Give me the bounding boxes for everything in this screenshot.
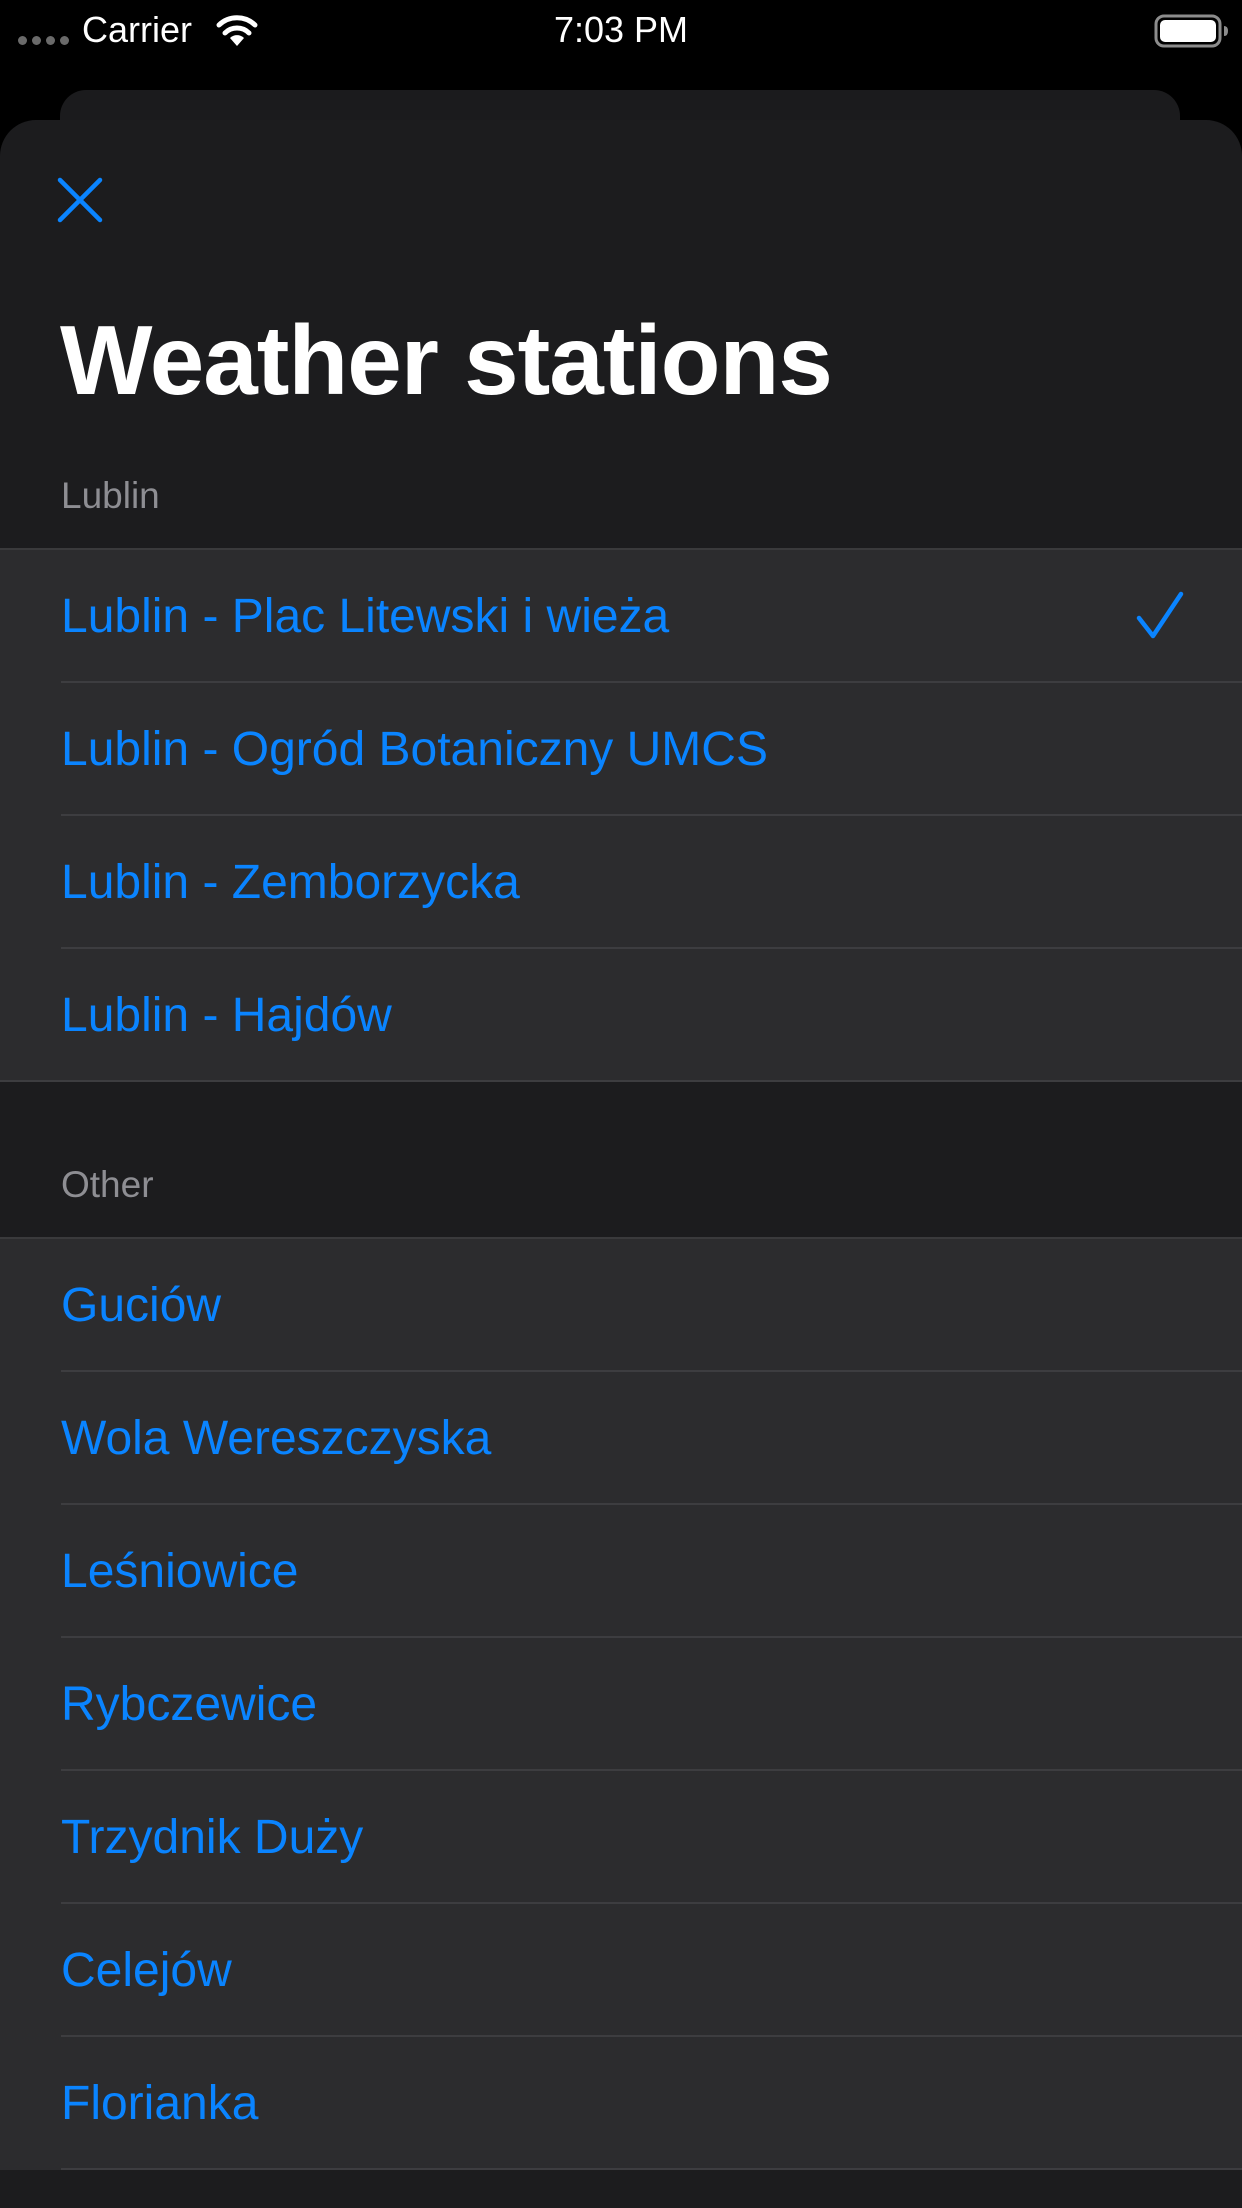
list-item-label: Lublin - Hajdów xyxy=(61,989,392,1042)
weather-stations-sheet: Weather stations Lublin Lublin - Plac Li… xyxy=(0,120,1242,2208)
close-icon[interactable] xyxy=(50,170,110,230)
row-divider xyxy=(0,1080,1242,1082)
checkmark-icon xyxy=(1136,591,1184,639)
list-item[interactable]: Lublin - Hajdów xyxy=(0,949,1242,1082)
section-header-lublin: Lublin xyxy=(61,475,160,516)
list-item-label: Lublin - Ogród Botaniczny UMCS xyxy=(61,723,768,776)
list-item-label: Lublin - Zemborzycka xyxy=(61,856,520,909)
list-item-label: Wola Wereszczyska xyxy=(61,1412,492,1465)
row-divider xyxy=(61,2168,1242,2170)
list-item-label: Trzydnik Duży xyxy=(61,1811,364,1864)
list-item-label: Lublin - Plac Litewski i wieża xyxy=(61,590,670,643)
list-item-label: Celejów xyxy=(61,1944,232,1997)
list-item[interactable]: Trzydnik Duży xyxy=(0,1771,1242,1904)
list-item-label: Guciów xyxy=(61,1279,222,1332)
status-bar: Carrier 7:03 PM xyxy=(0,0,1242,60)
list-item-label: Florianka xyxy=(61,2077,259,2130)
list-item[interactable]: Florianka xyxy=(0,2037,1242,2170)
list-item-label: Rybczewice xyxy=(61,1678,318,1731)
page-title: Weather stations xyxy=(60,305,833,415)
list-group-lublin: Lublin - Plac Litewski i wieża Lublin - … xyxy=(0,548,1242,1082)
list-item[interactable]: Celejów xyxy=(0,1904,1242,2037)
list-item[interactable]: Lublin - Ogród Botaniczny UMCS xyxy=(0,683,1242,816)
section-header-other: Other xyxy=(61,1164,154,1205)
list-item[interactable]: Leśniowice xyxy=(0,1505,1242,1638)
list-item[interactable]: Lublin - Plac Litewski i wieża xyxy=(0,550,1242,683)
list-item-label: Leśniowice xyxy=(61,1545,299,1598)
list-item[interactable]: Lublin - Zemborzycka xyxy=(0,816,1242,949)
status-time: 7:03 PM xyxy=(553,9,689,50)
battery-icon xyxy=(1154,14,1228,48)
list-item[interactable]: Guciów xyxy=(0,1239,1242,1372)
list-item[interactable]: Rybczewice xyxy=(0,1638,1242,1771)
list-group-other: Guciów Wola Wereszczyska Leśniowice Rybc… xyxy=(0,1237,1242,2170)
list-item[interactable]: Wola Wereszczyska xyxy=(0,1372,1242,1505)
